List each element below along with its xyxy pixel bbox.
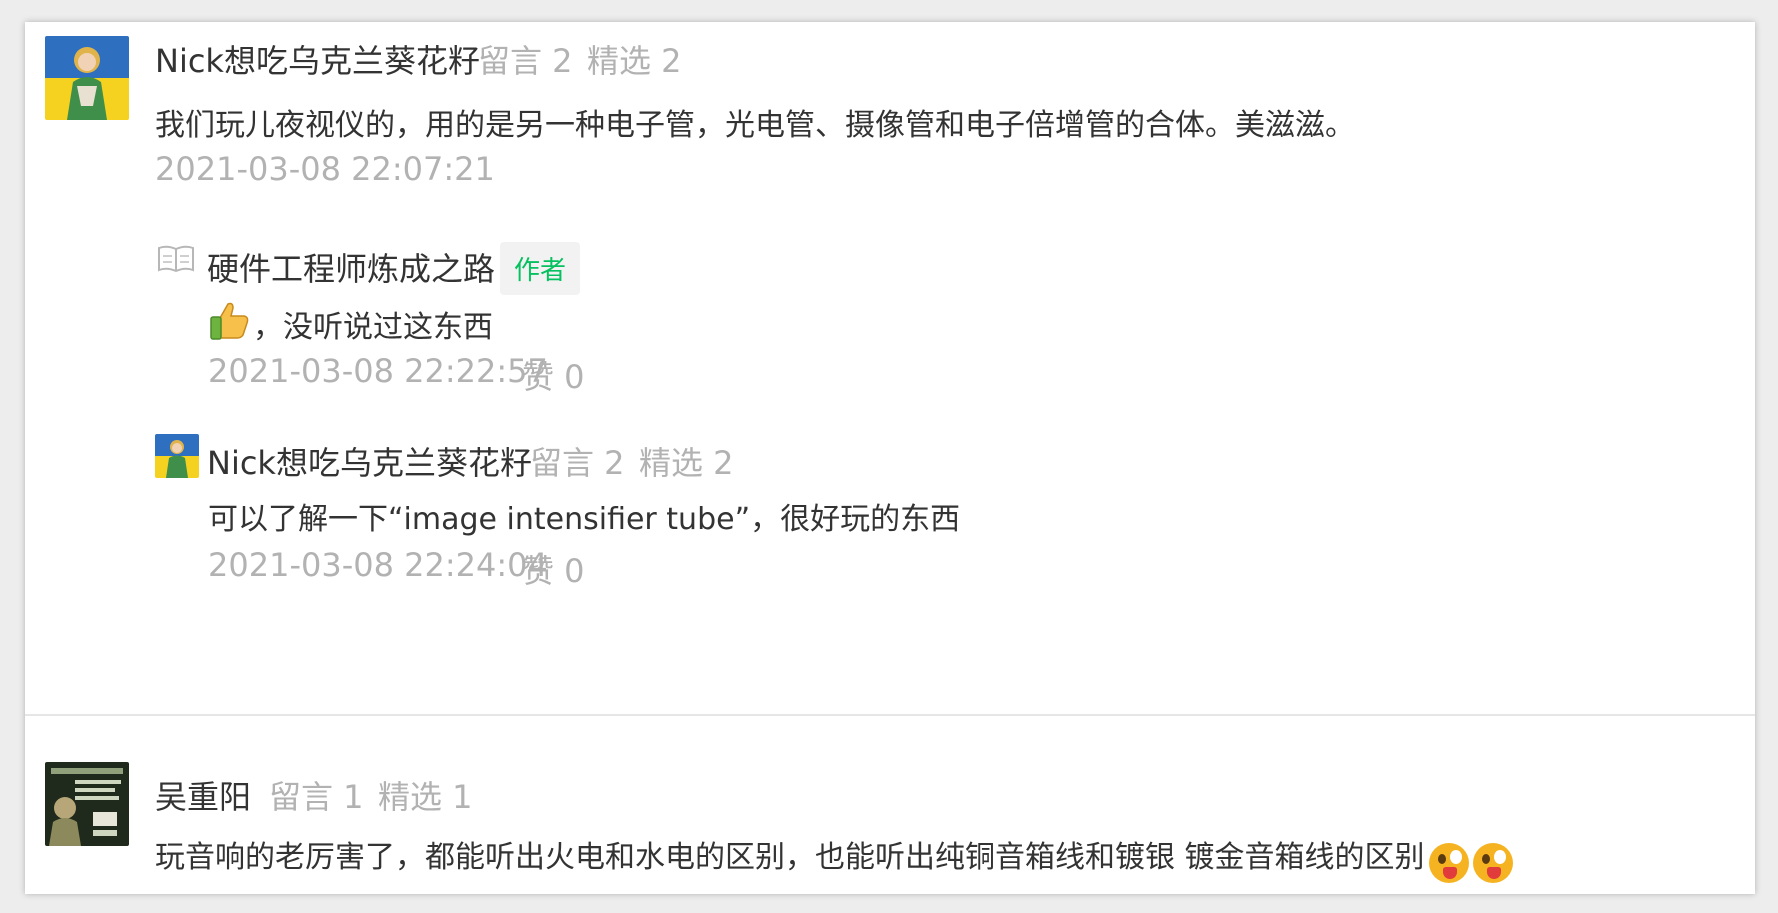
comment-text: 我们玩儿夜视仪的，用的是另一种电子管，光电管、摄像管和电子倍增管的合体。美滋滋。 <box>155 108 1355 143</box>
username[interactable]: Nick想吃乌克兰葵花籽 <box>207 438 532 484</box>
tongue-out-emoji <box>1472 842 1513 883</box>
comment-panel: Nick想吃乌克兰葵花籽 留言 2 精选 2 我们玩儿夜视仪的，用的是另一种电子… <box>25 22 1755 894</box>
like-button[interactable]: 赞 0 <box>522 352 585 398</box>
featured-count: 精选 2 <box>639 444 734 482</box>
featured-count: 精选 2 <box>587 42 682 80</box>
comment-time: 2021-03-08 22:07:21 <box>155 150 495 188</box>
reply-text: 可以了解一下“image intensifier tube”，很好玩的东西 <box>208 502 961 537</box>
avatar[interactable] <box>45 36 129 120</box>
reply-time: 2021-03-08 22:22:57 <box>208 352 548 390</box>
reply-time: 2021-03-08 22:24:04 <box>208 546 548 584</box>
message-count: 留言 1 <box>269 778 364 816</box>
reply-author[interactable]: 硬件工程师炼成之路 <box>207 244 495 290</box>
message-count: 留言 2 <box>530 444 625 482</box>
divider <box>25 714 1755 716</box>
message-count: 留言 2 <box>478 42 573 80</box>
book-icon <box>157 244 195 274</box>
username[interactable]: 吴重阳 <box>155 772 251 818</box>
featured-count: 精选 1 <box>378 778 473 816</box>
username[interactable]: Nick想吃乌克兰葵花籽 <box>155 36 480 82</box>
avatar[interactable] <box>155 434 199 478</box>
tongue-out-emoji <box>1428 842 1469 883</box>
avatar[interactable] <box>45 762 129 846</box>
like-button[interactable]: 赞 0 <box>522 546 585 592</box>
author-badge: 作者 <box>500 242 581 295</box>
thumbs-up-emoji <box>208 298 252 342</box>
comment-row: 玩音响的老厉害了，都能听出火电和水电的区别，也能听出纯铜音箱线和镀银 镀金音箱线… <box>155 832 1513 883</box>
reply-text: ，没听说过这东西 <box>253 310 493 345</box>
comment-text: 玩音响的老厉害了，都能听出火电和水电的区别，也能听出纯铜音箱线和镀银 镀金音箱线… <box>155 840 1425 875</box>
